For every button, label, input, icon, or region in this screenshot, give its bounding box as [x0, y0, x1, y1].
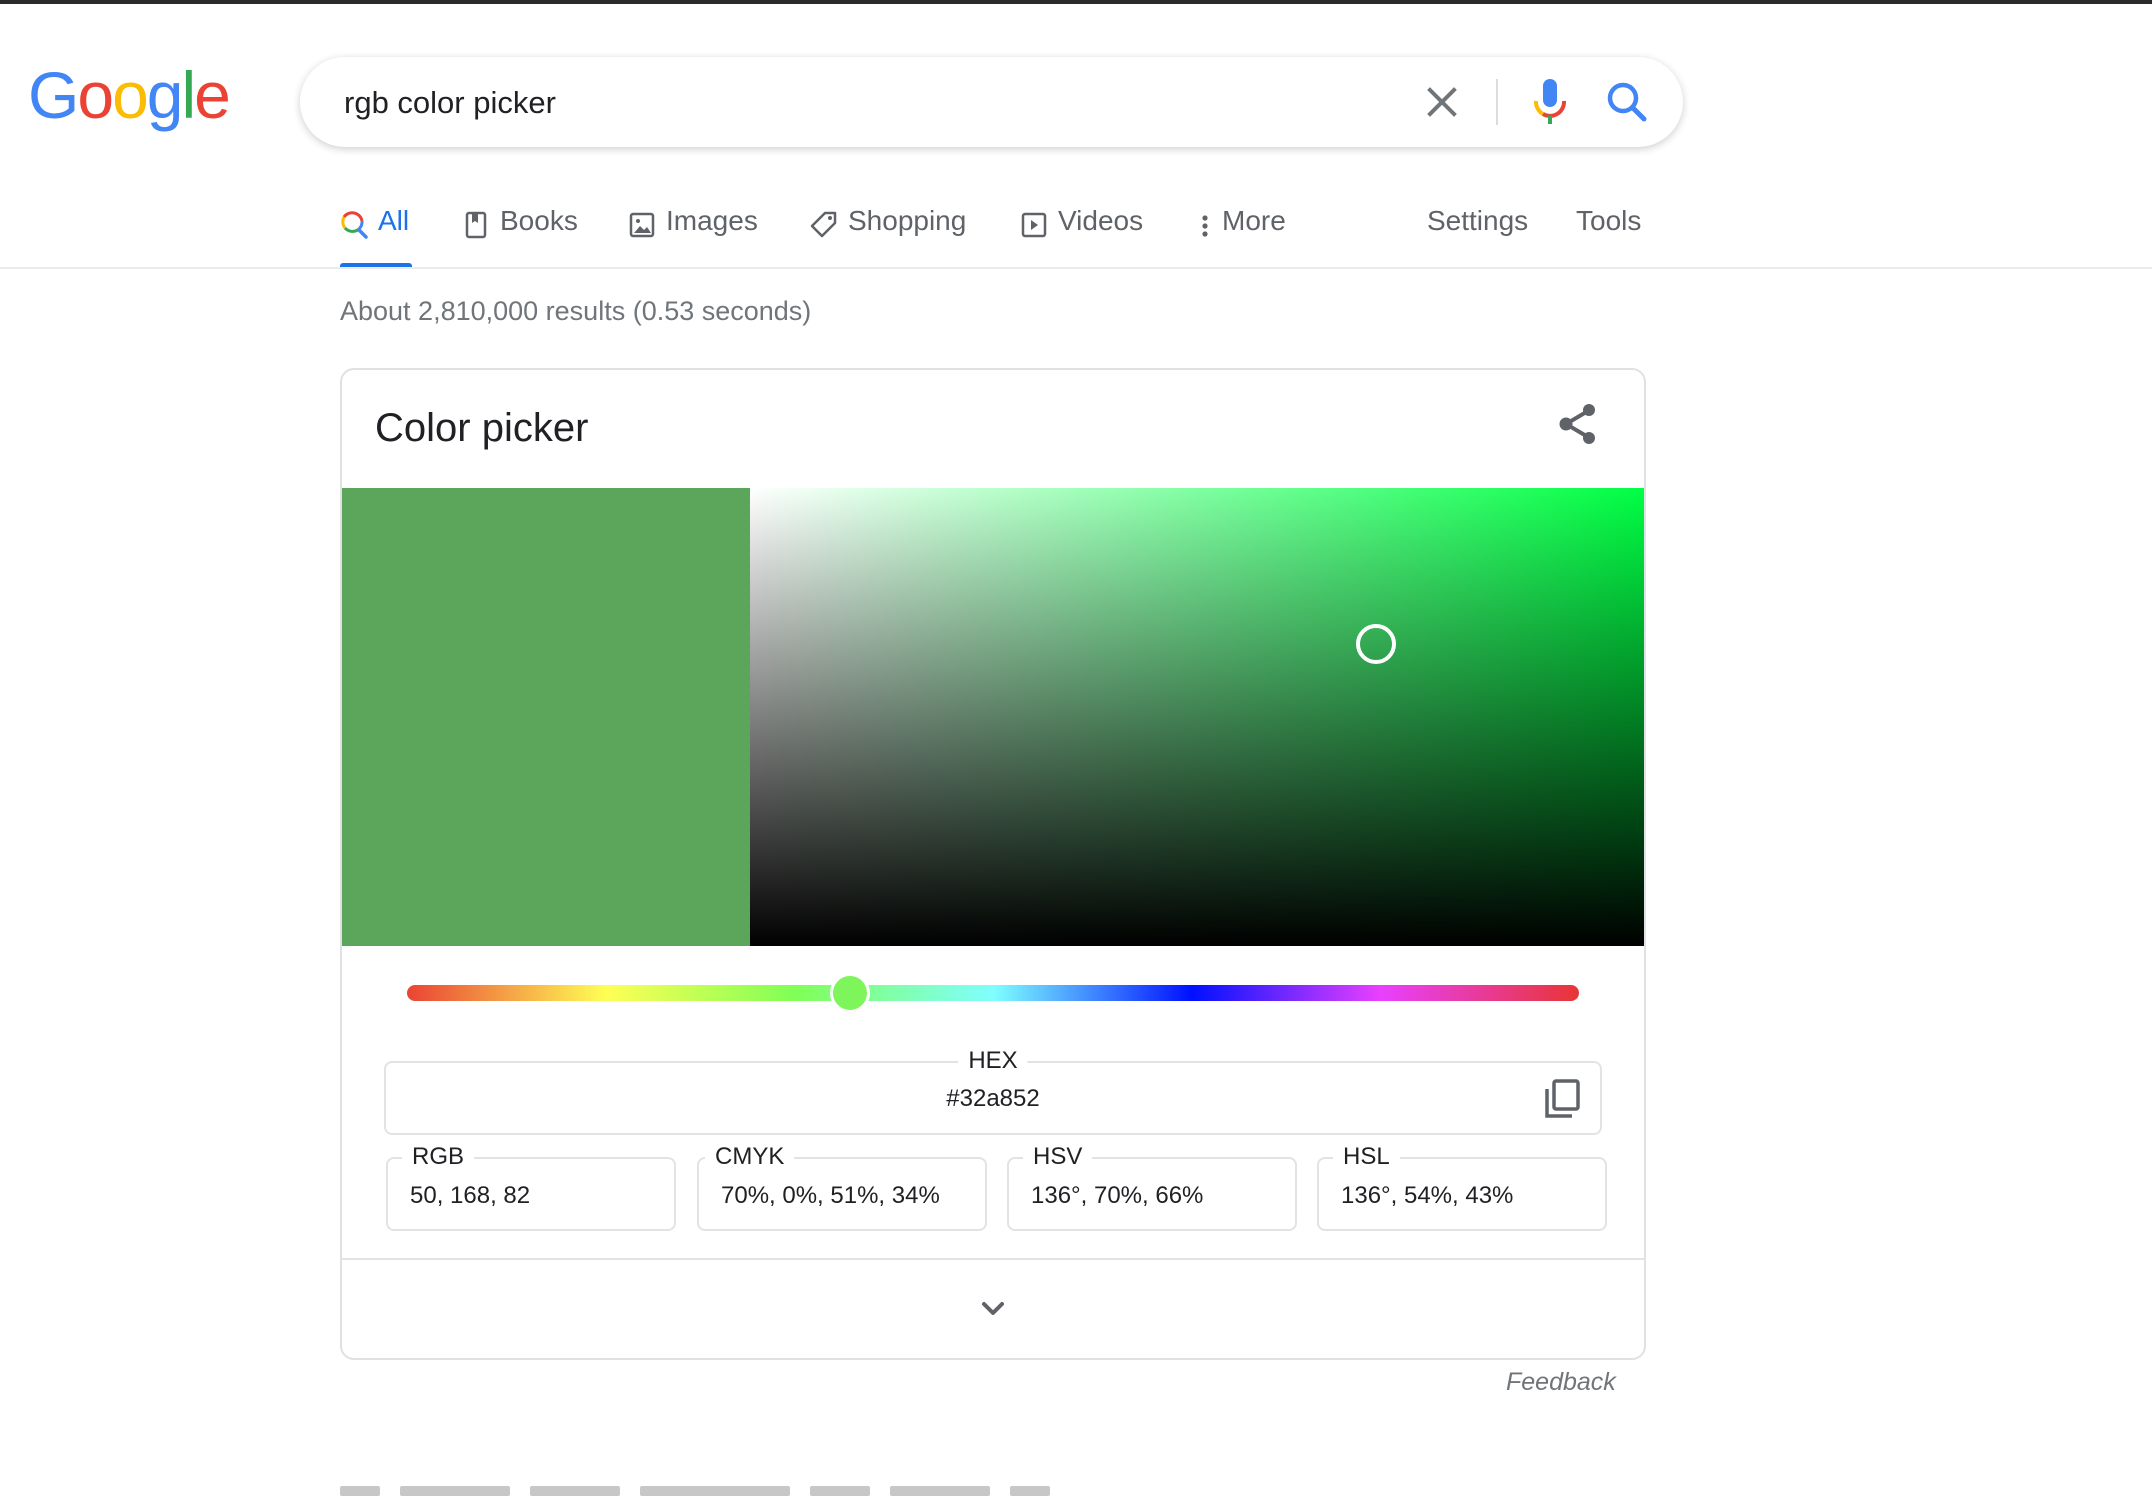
cmyk-field: CMYK — [697, 1143, 987, 1231]
logo-letter: g — [146, 58, 184, 132]
image-icon — [629, 212, 655, 238]
google-logo[interactable]: Google — [28, 58, 231, 132]
clipped-next-result[interactable] — [340, 1482, 1200, 1496]
more-vert-icon — [1202, 215, 1208, 237]
hex-input[interactable] — [386, 1085, 1600, 1113]
hex-label: HEX — [958, 1047, 1028, 1075]
tabs-divider — [0, 267, 2152, 269]
color-picker-area — [342, 488, 1644, 946]
result-stats: About 2,810,000 results (0.53 seconds) — [340, 296, 812, 326]
saturation-value-area[interactable] — [750, 488, 1644, 946]
search-icon — [341, 211, 368, 239]
tab-label: All — [378, 205, 410, 236]
book-icon — [465, 211, 487, 239]
tab-more[interactable]: More — [1198, 205, 1286, 265]
tab-label: Videos — [1058, 205, 1144, 236]
search-box — [300, 57, 1683, 149]
chevron-down-icon — [982, 1302, 1004, 1315]
expand-button[interactable] — [968, 1292, 1018, 1328]
close-icon — [1427, 87, 1457, 117]
settings-link[interactable]: Settings — [1427, 205, 1528, 265]
hue-slider-thumb[interactable] — [829, 973, 870, 1013]
logo-letter: l — [181, 58, 197, 132]
value-gradient — [750, 488, 1644, 946]
tab-videos[interactable]: Videos — [1020, 205, 1143, 265]
selected-color-swatch — [342, 488, 750, 946]
hsv-field: HSV — [1007, 1143, 1297, 1231]
tab-label: Shopping — [848, 205, 967, 236]
card-title: Color picker — [375, 406, 589, 450]
tab-books[interactable]: Books — [462, 205, 578, 265]
search-icon — [1607, 82, 1647, 122]
search-box-divider — [1496, 79, 1498, 125]
hsv-label: HSV — [1023, 1143, 1093, 1171]
tab-images[interactable]: Images — [628, 205, 758, 265]
hsv-input[interactable] — [1031, 1182, 1281, 1210]
cmyk-label: CMYK — [705, 1143, 795, 1171]
clear-search-button[interactable] — [1422, 82, 1462, 122]
microphone-icon — [1534, 79, 1566, 124]
color-picker-card: Color picker HEX RGB — [340, 368, 1646, 1360]
settings-label: Settings — [1427, 205, 1529, 236]
tab-shopping[interactable]: Shopping — [810, 205, 966, 265]
tab-all[interactable]: All — [340, 205, 412, 268]
hsl-field: HSL — [1317, 1143, 1607, 1231]
share-button[interactable] — [1554, 400, 1602, 448]
card-divider — [342, 1258, 1644, 1260]
copy-icon — [1545, 1079, 1580, 1118]
rgb-label: RGB — [402, 1143, 475, 1171]
hsl-label: HSL — [1333, 1143, 1400, 1171]
cmyk-input[interactable] — [721, 1182, 971, 1210]
logo-letter: e — [194, 58, 231, 132]
window-top-bar — [0, 0, 2152, 4]
play-icon — [1021, 212, 1047, 238]
voice-search-button[interactable] — [1530, 77, 1570, 129]
tab-label: Books — [500, 205, 578, 236]
tag-icon — [810, 211, 837, 238]
tools-link[interactable]: Tools — [1576, 205, 1641, 265]
hue-slider[interactable] — [407, 973, 1579, 1013]
search-button[interactable] — [1604, 79, 1650, 125]
rgb-input[interactable] — [410, 1182, 660, 1210]
rgb-field: RGB — [386, 1143, 676, 1231]
tools-label: Tools — [1576, 205, 1642, 236]
color-selector-handle[interactable] — [1355, 623, 1396, 664]
hex-field: HEX — [384, 1047, 1602, 1135]
hsl-input[interactable] — [1341, 1182, 1591, 1210]
share-icon — [1559, 404, 1595, 444]
search-input[interactable] — [342, 57, 1346, 149]
logo-letter: G — [28, 58, 79, 132]
feedback-link[interactable]: Feedback — [1506, 1368, 1616, 1397]
logo-letter: o — [77, 58, 114, 132]
logo-letter: o — [112, 58, 149, 132]
tab-label: More — [1222, 205, 1286, 236]
copy-hex-button[interactable] — [1542, 1077, 1584, 1121]
tab-label: Images — [666, 205, 758, 236]
